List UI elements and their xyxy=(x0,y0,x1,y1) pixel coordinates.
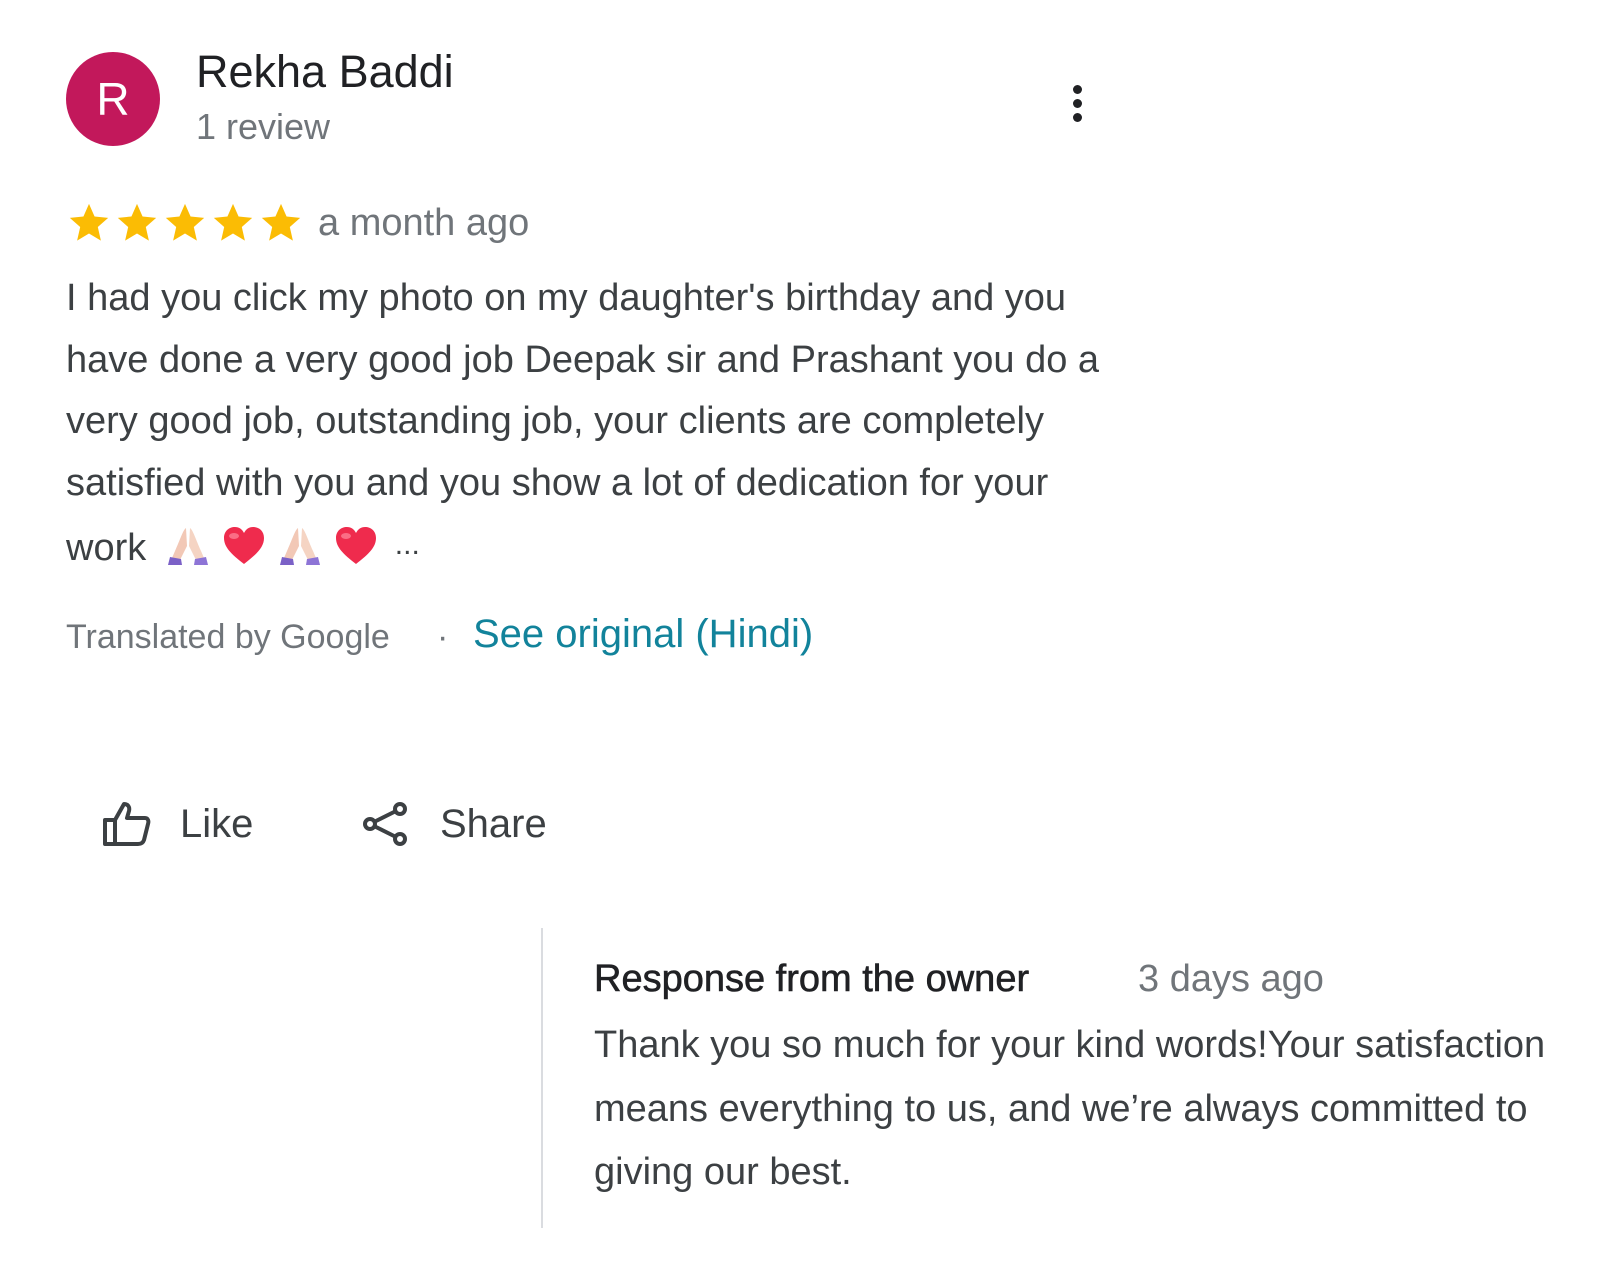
heart-emoji xyxy=(335,526,376,564)
reviewer-name[interactable]: Rekha Baddi xyxy=(196,46,454,98)
share-icon xyxy=(363,802,407,846)
response-divider xyxy=(541,928,543,1228)
more-options-button[interactable] xyxy=(1056,78,1100,128)
folded-hands-emoji xyxy=(279,527,320,565)
see-original-link[interactable]: See original (Hindi) xyxy=(473,612,813,657)
emoji-strip: ... xyxy=(165,514,420,576)
owner-response-date: 3 days ago xyxy=(1138,958,1324,1000)
reviewer-review-count: 1 review xyxy=(196,106,331,147)
share-label: Share xyxy=(440,801,547,846)
more-vert-icon-dot xyxy=(1073,113,1082,122)
star-icon xyxy=(69,203,109,241)
more-vert-icon xyxy=(1073,85,1082,94)
folded-hands-emoji xyxy=(167,527,208,565)
avatar[interactable]: R xyxy=(66,52,160,146)
separator-dot: · xyxy=(437,618,449,656)
review-text: I had you click my photo on my daughter'… xyxy=(66,268,1116,579)
like-label: Like xyxy=(180,801,254,846)
share-button[interactable]: Share xyxy=(362,796,547,852)
translated-by-label: Translated by Google xyxy=(66,618,390,656)
like-button[interactable]: Like xyxy=(102,796,253,852)
star-icon xyxy=(261,203,301,241)
thumb-up-icon xyxy=(103,802,151,846)
star-icon xyxy=(117,203,157,241)
star-icon xyxy=(165,203,205,241)
more-text-ellipsis[interactable]: ... xyxy=(395,514,420,576)
star-icon xyxy=(213,203,253,241)
owner-response-title: Response from the owner xyxy=(594,958,1030,1001)
owner-response-text: Thank you so much for your kind words!Yo… xyxy=(594,1024,1546,1193)
review-date: a month ago xyxy=(318,202,530,244)
heart-emoji xyxy=(223,526,264,564)
more-vert-icon-dot xyxy=(1073,99,1082,108)
star-rating xyxy=(66,200,304,246)
